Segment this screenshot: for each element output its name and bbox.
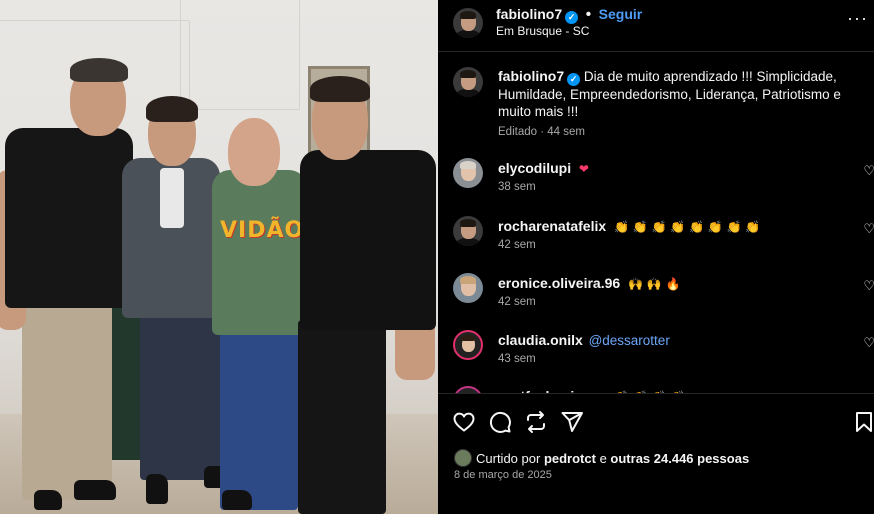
post-actions: Curtido por pedrotct e outras 24.446 pes… (438, 393, 874, 514)
comment-time: 38 sem (498, 181, 536, 193)
likes-summary[interactable]: Curtido por pedrotct e outras 24.446 pes… (454, 449, 749, 467)
comment-item: portfasbusiness 👏 👏 👏 👏 (438, 386, 874, 393)
separator-dot: • (585, 6, 592, 23)
likes-prefix: Curtido por (476, 451, 541, 466)
comment-username[interactable]: rocharenatafelix (498, 218, 606, 234)
comment-item: eronice.oliveira.96 🙌 🙌 🔥 42 sem ♡ (438, 273, 874, 329)
post-side-panel: fabiolino7 ✓ • Seguir Em Brusque - SC ···… (438, 0, 874, 514)
likes-middle: e (599, 451, 607, 466)
comments-scroll[interactable]: fabiolino7 ✓ Dia de muito aprendizado !!!… (438, 53, 874, 393)
like-comment-heart-icon[interactable]: ♡ (863, 222, 874, 237)
like-comment-heart-icon[interactable]: ♡ (863, 279, 874, 294)
author-username[interactable]: fabiolino7 (496, 6, 562, 22)
wall-panel (180, 0, 300, 110)
comment-avatar-story-ring[interactable] (453, 330, 483, 360)
comment-avatar[interactable] (453, 216, 483, 246)
comment-mention-link[interactable]: @dessarotter (589, 333, 670, 348)
like-comment-heart-icon[interactable]: ♡ (863, 164, 874, 179)
comment-item: elycodilupi ❤ 38 sem ♡ (438, 158, 874, 214)
post-date: 8 de março de 2025 (454, 469, 552, 481)
heart-icon[interactable] (452, 410, 476, 434)
liker-username[interactable]: pedrotct (544, 451, 596, 466)
post-header: fabiolino7 ✓ • Seguir Em Brusque - SC ··· (438, 0, 874, 52)
follow-button[interactable]: Seguir (599, 6, 643, 22)
comment-username[interactable]: eronice.oliveira.96 (498, 275, 620, 291)
comment-username[interactable]: elycodilupi (498, 160, 571, 176)
comment-avatar[interactable] (453, 158, 483, 188)
comment-item: rocharenatafelix 👏 👏 👏 👏 👏 👏 👏 👏 42 sem … (438, 216, 874, 272)
verified-badge-icon: ✓ (567, 73, 581, 86)
post-location[interactable]: Em Brusque - SC (496, 24, 589, 38)
author-avatar[interactable] (453, 8, 483, 38)
caption-username[interactable]: fabiolino7 (498, 68, 564, 84)
comment-icon[interactable] (488, 410, 512, 434)
comment-item: claudia.onilx @dessarotter 43 sem ♡ (438, 330, 874, 386)
comment-time: 42 sem (498, 296, 536, 308)
caption: fabiolino7 ✓ Dia de muito aprendizado !!!… (498, 68, 860, 141)
comment-text: 🙌 🙌 🔥 (627, 277, 681, 291)
likes-count[interactable]: outras 24.446 pessoas (610, 451, 749, 466)
repost-icon[interactable] (524, 410, 548, 434)
send-icon[interactable] (560, 410, 584, 434)
verified-badge-icon: ✓ (565, 11, 579, 24)
bookmark-icon[interactable] (852, 410, 874, 434)
comment-avatar[interactable] (453, 273, 483, 303)
comment-avatar-story-ring[interactable] (453, 386, 483, 393)
caption-meta: Editado · 44 sem (498, 126, 585, 138)
caption-avatar[interactable] (453, 67, 483, 97)
comment-time: 43 sem (498, 353, 536, 365)
like-comment-heart-icon[interactable]: ♡ (863, 336, 874, 351)
comment-username[interactable]: claudia.onilx (498, 332, 583, 348)
post-photo[interactable]: VIDÃO (0, 0, 438, 514)
comment-time: 42 sem (498, 239, 536, 251)
liker-avatar (454, 449, 472, 467)
comment-text: 👏 👏 👏 👏 👏 👏 👏 👏 (613, 220, 761, 234)
shirt-print: VIDÃO (220, 218, 305, 243)
more-options-icon[interactable]: ··· (847, 8, 868, 29)
comment-text: ❤ (578, 162, 589, 176)
